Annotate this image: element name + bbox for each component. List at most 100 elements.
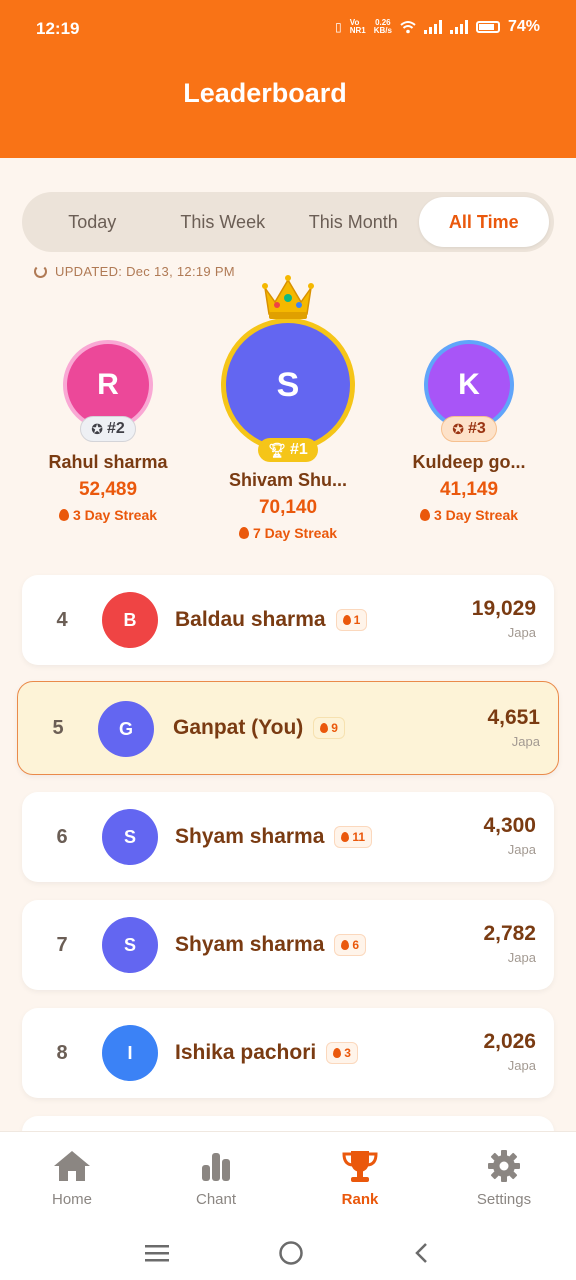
- flame-icon: [320, 723, 329, 733]
- nav-label: Settings: [476, 1191, 532, 1208]
- wifi-icon: [400, 21, 416, 34]
- row-name: Ganpat (You): [173, 716, 304, 739]
- podium-streak: 3 Day Streak: [22, 507, 194, 523]
- flame-icon: [342, 615, 351, 625]
- page-title: Leaderboard: [183, 78, 347, 108]
- score-unit: Japa: [507, 1058, 536, 1073]
- row-name-wrap: Baldau sharma 1: [175, 575, 368, 665]
- home-icon: [54, 1151, 90, 1181]
- score-unit: Japa: [507, 842, 536, 857]
- row-score: 2,782 Japa: [483, 922, 536, 965]
- podium-second[interactable]: R ✪ #2 Rahul sharma 52,489 3 Day Streak: [22, 340, 194, 523]
- nav-label: Rank: [341, 1191, 379, 1208]
- podium-name: Kuldeep go...: [412, 452, 526, 472]
- back-icon[interactable]: [412, 1241, 432, 1265]
- avatar-initial: G: [118, 718, 133, 739]
- avatar-initial: I: [127, 1042, 133, 1063]
- crown-icon: [262, 275, 314, 319]
- battery-level: 74%: [507, 18, 540, 35]
- streak-label: 3 Day Streak: [433, 507, 519, 523]
- row-name-wrap: Shyam sharma 6: [175, 900, 367, 990]
- home-circle-icon[interactable]: [278, 1240, 304, 1266]
- score-unit: Japa: [511, 734, 540, 749]
- menu-icon[interactable]: [144, 1243, 170, 1263]
- row-rank: 6: [56, 825, 68, 848]
- avatar: I: [102, 1025, 158, 1081]
- leaderboard-row[interactable]: 8 I Ishika pachori 3 2,026 Japa: [22, 1008, 554, 1098]
- podium-streak: 3 Day Streak: [383, 507, 555, 523]
- score-value: 19,029: [471, 597, 536, 620]
- podium-streak: 7 Day Streak: [202, 525, 374, 541]
- podium-name: Rahul sharma: [48, 452, 168, 472]
- streak-count: 11: [352, 830, 366, 844]
- avatar: S: [221, 318, 355, 452]
- row-score: 4,300 Japa: [483, 814, 536, 857]
- podium-score: 70,140: [258, 497, 318, 518]
- score-unit: Japa: [507, 950, 536, 965]
- avatar-initial: S: [123, 934, 136, 955]
- streak-label: 7 Day Streak: [252, 525, 338, 541]
- nav-rank[interactable]: Rank: [288, 1132, 432, 1225]
- nav-chant[interactable]: Chant: [144, 1132, 288, 1225]
- medal-icon: ✪: [452, 420, 464, 437]
- status-bar: 12:19 ▯ Vo NR1 0.26 KB/s 74%: [0, 0, 576, 60]
- gear-icon: [488, 1150, 520, 1182]
- avatar-initial: S: [123, 826, 136, 847]
- signal-icon: [423, 20, 442, 34]
- avatar: B: [102, 592, 158, 648]
- streak-count: 1: [353, 613, 361, 627]
- avatar-initial: B: [123, 609, 137, 630]
- flame-icon: [58, 509, 69, 521]
- row-name: Baldau sharma: [175, 608, 326, 631]
- streak-badge: 11: [334, 826, 373, 848]
- tab-today[interactable]: Today: [27, 197, 158, 247]
- rank-badge: 🏆︎ #1: [258, 438, 318, 462]
- avatar: S: [102, 809, 158, 865]
- row-score: 4,651 Japa: [487, 706, 540, 749]
- row-rank: 4: [56, 608, 68, 631]
- leaderboard-row[interactable]: 6 S Shyam sharma 11 4,300 Japa: [22, 792, 554, 882]
- refresh-icon: [34, 265, 47, 278]
- podium-score: 41,149: [439, 479, 499, 500]
- rank-label: #3: [467, 420, 486, 437]
- leaderboard-row[interactable]: 7 S Shyam sharma 6 2,782 Japa: [22, 900, 554, 990]
- row-name-wrap: Shyam sharma 11: [175, 792, 373, 882]
- row-rank: 8: [56, 1041, 68, 1064]
- leaderboard-row[interactable]: 4 B Baldau sharma 1 19,029 Japa: [22, 575, 554, 665]
- nav-home[interactable]: Home: [0, 1132, 144, 1225]
- score-value: 4,651: [487, 706, 540, 729]
- signal-icon: [449, 20, 468, 34]
- row-name: Ishika pachori: [175, 1041, 317, 1064]
- rank-label: #1: [289, 441, 308, 458]
- tab-all-time[interactable]: All Time: [418, 197, 549, 247]
- tab-this-month[interactable]: This Month: [288, 197, 419, 247]
- period-tabs: Today This Week This Month All Time: [22, 192, 554, 252]
- nav-label: Chant: [195, 1191, 237, 1208]
- flame-icon: [419, 509, 430, 521]
- row-name-wrap: Ishika pachori 3: [175, 1008, 358, 1098]
- row-score: 2,026 Japa: [483, 1030, 536, 1073]
- bar-chart-icon: [202, 1153, 230, 1181]
- score-value: 2,782: [483, 922, 536, 945]
- medal-icon: ✪: [91, 420, 103, 437]
- nav-label: Home: [51, 1191, 92, 1208]
- podium-first[interactable]: S 🏆︎ #1 Shivam Shu... 70,140 7 Day Strea…: [202, 272, 374, 541]
- streak-label: 3 Day Streak: [72, 507, 158, 523]
- streak-count: 3: [344, 1046, 351, 1060]
- tab-this-week[interactable]: This Week: [158, 197, 289, 247]
- avatar: S: [102, 917, 158, 973]
- header: 12:19 ▯ Vo NR1 0.26 KB/s 74% Leaderboard: [0, 0, 576, 158]
- battery-icon: [475, 21, 500, 33]
- flame-icon: [341, 832, 350, 842]
- trophy-icon: 🏆︎: [268, 441, 286, 458]
- row-score: 19,029 Japa: [472, 597, 536, 640]
- podium-third[interactable]: K ✪ #3 Kuldeep go... 41,149 3 Day Streak: [383, 340, 555, 523]
- leaderboard-row-you[interactable]: 5 G Ganpat (You) 9 4,651 Japa: [17, 681, 559, 775]
- streak-count: 6: [352, 938, 360, 952]
- nav-settings[interactable]: Settings: [432, 1132, 576, 1225]
- streak-count: 9: [331, 721, 338, 735]
- avatar-initial: R: [97, 368, 119, 401]
- flame-icon: [341, 940, 350, 950]
- row-name: Shyam sharma: [175, 825, 325, 848]
- rank-badge: ✪ #2: [80, 416, 136, 442]
